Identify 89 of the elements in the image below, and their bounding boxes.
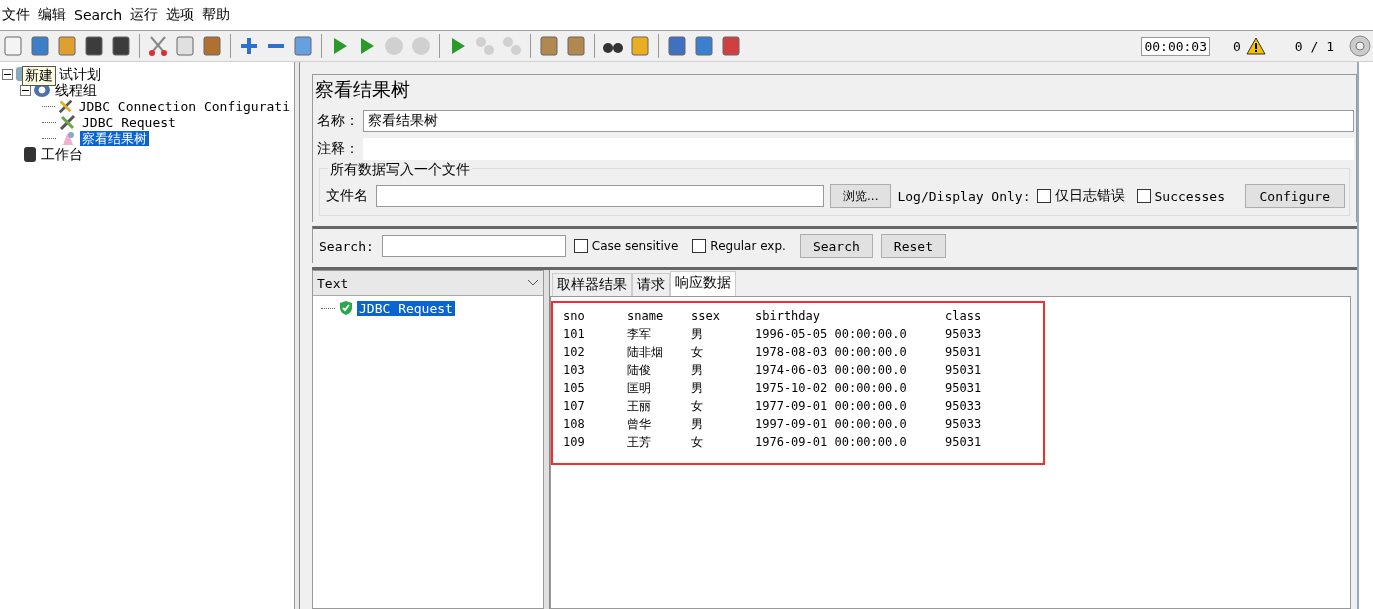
- checkbox[interactable]: [573, 239, 588, 253]
- table-cell-text: 95031: [945, 345, 983, 359]
- table-cell-text: 1976-09-01 00:00:00.0: [755, 435, 908, 449]
- tree-item[interactable]: 察看结果树: [80, 130, 149, 146]
- table-cell-text: 1978-08-03 00:00:00.0: [755, 345, 908, 359]
- renderer-dropdown[interactable]: Text: [313, 271, 543, 296]
- table-cell-text: 95031: [945, 435, 983, 449]
- table-cell-text: 男: [691, 379, 704, 397]
- table-cell-text: 王芳: [627, 433, 652, 451]
- configure-button[interactable]: Configure: [1244, 184, 1345, 208]
- table-cell-text: 103: [563, 363, 586, 377]
- table-cell-text: 101: [563, 327, 586, 341]
- group-title: 所有数据写入一个文件: [328, 161, 472, 179]
- tooltip: 新建: [22, 66, 56, 86]
- tab[interactable]: 取样器结果: [552, 273, 632, 296]
- table-cell-text: 女: [691, 397, 704, 415]
- name-label: 名称：: [316, 112, 360, 130]
- tree-item[interactable]: JDBC Connection Configurati: [76, 98, 292, 114]
- elapsed-time: 00:00:03: [1141, 36, 1211, 56]
- column-header: sno: [563, 309, 586, 323]
- tree-item[interactable]: 试计划: [57, 66, 103, 82]
- table-cell-text: 95033: [945, 399, 983, 413]
- chevron-down-icon: [527, 279, 539, 287]
- name-field[interactable]: 察看结果树: [363, 110, 1354, 132]
- warning-icon: [1245, 37, 1266, 55]
- checkbox-label: Case sensitive: [591, 239, 679, 253]
- collapse-toggle[interactable]: [2, 68, 13, 80]
- table-cell-text: 女: [691, 343, 704, 361]
- result-item[interactable]: JDBC Request: [357, 300, 455, 316]
- table-cell-text: 95033: [945, 417, 983, 431]
- table-cell-text: 107: [563, 399, 586, 413]
- search-label: Search:: [319, 238, 374, 254]
- checkbox-label: Successes: [1154, 188, 1225, 204]
- table-cell-text: 陆俊: [627, 361, 652, 379]
- browse-button[interactable]: 浏览...: [830, 184, 892, 208]
- column-header: sbirthday: [755, 309, 822, 323]
- table-cell-text: 109: [563, 435, 586, 449]
- search-button[interactable]: Search: [799, 234, 873, 258]
- table-cell-text: 曾华: [627, 415, 652, 433]
- comment-label: 注释：: [316, 140, 360, 158]
- checkbox-label: Regular exp.: [710, 239, 786, 253]
- table-cell-text: 1997-09-01 00:00:00.0: [755, 417, 908, 431]
- checkbox[interactable]: [692, 239, 707, 253]
- checkbox-label: 仅日志错误: [1054, 187, 1125, 205]
- table-cell-text: 女: [691, 433, 704, 451]
- table-cell-text: 95033: [945, 327, 983, 341]
- tab[interactable]: 响应数据: [670, 271, 736, 296]
- error-count: 0: [1233, 38, 1241, 54]
- table-cell-text: 95031: [945, 363, 983, 377]
- log-display-label: Log/Display Only:: [897, 188, 1031, 204]
- table-cell-text: 1977-09-01 00:00:00.0: [755, 399, 908, 413]
- table-cell-text: 108: [563, 417, 586, 431]
- column-header: ssex: [691, 309, 721, 323]
- expand-icon[interactable]: [238, 35, 260, 57]
- cut-icon[interactable]: [147, 35, 169, 57]
- filename-label: 文件名: [325, 187, 369, 205]
- thread-count: 0 / 1: [1294, 38, 1334, 54]
- menu-item[interactable]: 帮助: [202, 6, 231, 24]
- panel-title: 察看结果树: [314, 77, 411, 102]
- column-header: sname: [627, 309, 665, 323]
- tree-item[interactable]: 工作台: [39, 146, 85, 162]
- menu-item[interactable]: 编辑: [38, 6, 66, 24]
- table-cell-text: 男: [691, 361, 704, 379]
- table-cell-text: 95031: [945, 381, 983, 395]
- table-cell-text: 1996-05-05 00:00:00.0: [755, 327, 908, 341]
- tab[interactable]: 请求: [632, 273, 670, 296]
- checkbox[interactable]: [1036, 189, 1051, 203]
- table-cell-text: 105: [563, 381, 586, 395]
- checkbox[interactable]: [1136, 189, 1151, 203]
- table-cell-text: 男: [691, 415, 704, 433]
- table-cell-text: 102: [563, 345, 586, 359]
- menu-item[interactable]: 文件: [2, 6, 30, 24]
- menu-item[interactable]: 选项: [166, 6, 195, 24]
- search-field[interactable]: [381, 235, 566, 257]
- reset-button[interactable]: Reset: [880, 234, 946, 258]
- column-header: class: [945, 309, 983, 323]
- table-cell-text: 男: [691, 325, 704, 343]
- shield-check-icon: [338, 300, 354, 316]
- menu-item[interactable]: 运行: [130, 6, 159, 24]
- tree-item[interactable]: 线程组: [53, 82, 99, 98]
- table-cell-text: 1974-06-03 00:00:00.0: [755, 363, 908, 377]
- menu-item[interactable]: Search: [74, 7, 123, 23]
- table-cell-text: 匡明: [627, 379, 652, 397]
- table-cell-text: 李军: [627, 325, 652, 343]
- table-cell-text: 1975-10-02 00:00:00.0: [755, 381, 908, 395]
- table-cell-text: 王丽: [627, 397, 652, 415]
- table-cell-text: 陆非烟: [627, 343, 664, 361]
- filename-field[interactable]: [376, 185, 824, 207]
- tree-item[interactable]: JDBC Request: [80, 114, 178, 130]
